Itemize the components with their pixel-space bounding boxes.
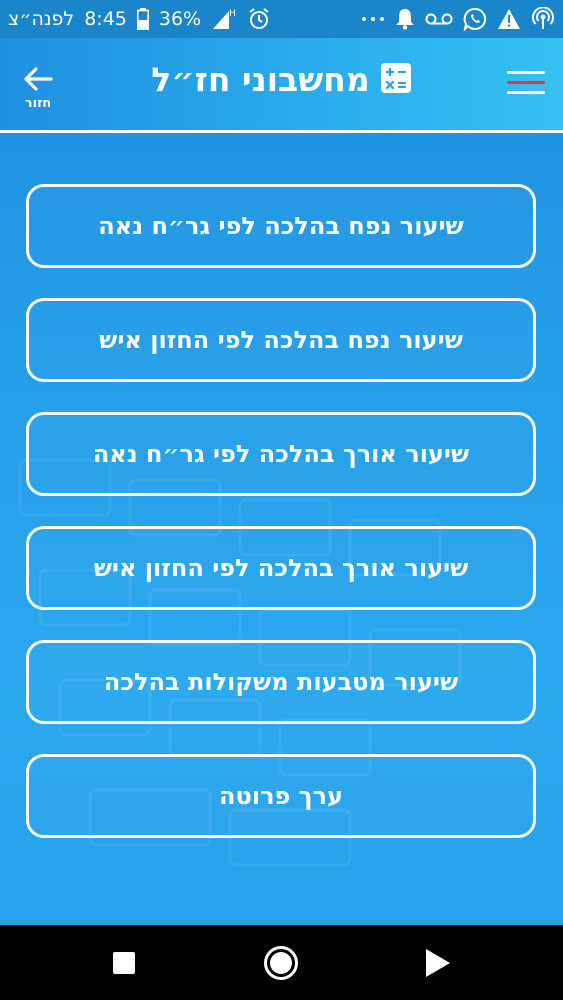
more-dots-icon xyxy=(361,16,385,22)
menu-button-volume-grach-naeh[interactable]: שיעור נפח בהלכה לפי גר״ח נאה xyxy=(26,184,536,268)
status-bar-left: לפנה״צ 8:45 36% H+ xyxy=(8,7,271,31)
page-title: מחשבוני חז״ל xyxy=(151,60,370,99)
header-title-group: מחשבוני חז״ל xyxy=(0,60,563,99)
status-bar: לפנה״צ 8:45 36% H+ xyxy=(0,0,563,38)
hamburger-menu-icon[interactable] xyxy=(507,71,545,97)
alarm-icon xyxy=(247,7,271,31)
status-carrier-text: לפנה״צ xyxy=(8,8,75,30)
network-type-label: H+ xyxy=(229,9,237,19)
calculator-icon xyxy=(380,62,412,98)
app-screen: לפנה״צ 8:45 36% H+ xyxy=(0,0,563,1000)
recents-square-icon[interactable] xyxy=(84,925,164,1000)
header-divider xyxy=(0,130,563,133)
battery-icon xyxy=(136,8,149,30)
app-header: חזור מחשבוני חז״ל xyxy=(0,38,563,132)
menu-button-volume-chazon-ish[interactable]: שיעור נפח בהלכה לפי החזון איש xyxy=(26,298,536,382)
voicemail-icon xyxy=(425,12,453,26)
status-time: 8:45 xyxy=(84,8,127,30)
home-circle-icon[interactable] xyxy=(241,925,321,1000)
whatsapp-icon xyxy=(463,7,487,31)
bell-icon xyxy=(395,8,415,30)
status-battery-percent: 36% xyxy=(158,8,202,30)
menu-button-coins-weights[interactable]: שיעור מטבעות משקולות בהלכה xyxy=(26,640,536,724)
warning-icon xyxy=(497,8,521,30)
menu-button-length-grach-naeh[interactable]: שיעור אורך בהלכה לפי גר״ח נאה xyxy=(26,412,536,496)
signal-icon: H+ xyxy=(211,7,237,31)
status-bar-right xyxy=(361,7,555,31)
back-triangle-icon[interactable] xyxy=(398,925,478,1000)
menu-button-prutah-value[interactable]: ערך פרוטה xyxy=(26,754,536,838)
menu-button-length-chazon-ish[interactable]: שיעור אורך בהלכה לפי החזון איש xyxy=(26,526,536,610)
system-nav-bar xyxy=(0,925,563,1000)
hotspot-icon xyxy=(531,7,555,31)
